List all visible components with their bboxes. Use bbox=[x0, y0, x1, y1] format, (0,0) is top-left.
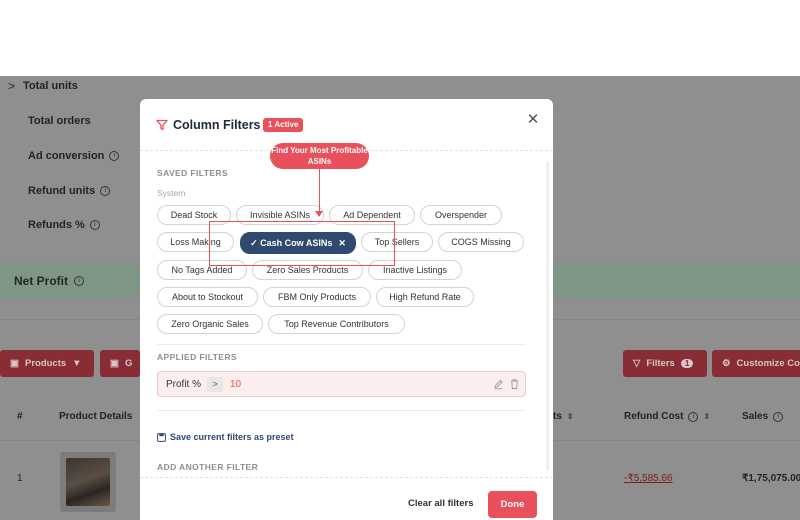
callout-pointer-line bbox=[319, 169, 320, 213]
close-icon[interactable]: ✕ bbox=[526, 112, 540, 127]
filters-label: Filters bbox=[646, 358, 675, 369]
info-icon[interactable]: i bbox=[773, 411, 784, 422]
metric-label-wrap: Refunds % i bbox=[28, 219, 100, 231]
highlight-box bbox=[209, 221, 395, 266]
system-subheading: System bbox=[157, 188, 186, 198]
pencil-icon[interactable] bbox=[493, 378, 504, 390]
table-header-refund-cost[interactable]: Refund Cost i ⇕ bbox=[624, 411, 710, 422]
customize-label: Customize Co bbox=[736, 358, 800, 369]
metric-label: Ad conversion bbox=[28, 149, 105, 162]
customize-columns-button[interactable]: ⚙ Customize Co bbox=[712, 350, 800, 377]
info-icon[interactable]: i bbox=[100, 185, 111, 196]
add-filter-heading: ADD ANOTHER FILTER bbox=[157, 462, 259, 472]
modal-footer: Clear all filters Done bbox=[140, 477, 553, 520]
group-label: G bbox=[124, 358, 133, 369]
metric-label: Total units bbox=[23, 79, 78, 92]
bag-icon: ▣ bbox=[110, 358, 119, 369]
applied-filter-row[interactable]: Profit % > 10 bbox=[157, 371, 526, 397]
filters-button[interactable]: ▽ Filters 1 bbox=[623, 350, 707, 377]
scrollbar[interactable] bbox=[546, 161, 549, 471]
products-dropdown-button[interactable]: ▣ Products ▼ bbox=[0, 350, 94, 377]
header-label: Sales bbox=[742, 411, 769, 422]
applied-filter-field: Profit % bbox=[166, 378, 202, 390]
caret-down-icon: ▼ bbox=[72, 358, 82, 369]
filters-count-badge: 1 bbox=[680, 359, 694, 368]
info-icon[interactable]: i bbox=[109, 150, 120, 161]
trash-icon[interactable] bbox=[509, 378, 520, 390]
group-button[interactable]: ▣ G bbox=[100, 350, 140, 377]
sort-icon[interactable]: ⇕ bbox=[567, 412, 574, 421]
clear-all-filters-button[interactable]: Clear all filters bbox=[408, 498, 473, 509]
row-index: 1 bbox=[17, 473, 23, 484]
metric-label: Total orders bbox=[28, 114, 91, 127]
metric-label-wrap: Ad conversion i bbox=[28, 149, 120, 162]
header-label: ts bbox=[553, 411, 562, 422]
box-icon: ▣ bbox=[10, 358, 19, 369]
chip-overspender[interactable]: Overspender bbox=[420, 205, 502, 225]
applied-filter-value: 10 bbox=[230, 378, 242, 390]
divider bbox=[157, 410, 526, 411]
table-header-units[interactable]: ts ⇕ bbox=[553, 411, 574, 422]
info-icon[interactable]: i bbox=[688, 411, 699, 422]
save-preset-label: Save current filters as preset bbox=[170, 432, 294, 442]
product-image bbox=[66, 458, 110, 506]
header-label: Refund Cost bbox=[624, 411, 684, 422]
table-header-sales[interactable]: Sales i bbox=[742, 411, 784, 422]
info-icon[interactable]: i bbox=[74, 275, 84, 286]
active-count-badge: 1 Active bbox=[263, 118, 304, 132]
chip-fbm-only-products[interactable]: FBM Only Products bbox=[263, 287, 371, 307]
divider bbox=[157, 344, 526, 345]
chevron-right-icon[interactable]: > bbox=[8, 79, 15, 93]
sales-cell: ₹1,75,075.00 bbox=[742, 473, 800, 484]
table-header-index: # bbox=[17, 411, 23, 422]
column-filters-modal: Column Filters 1 Active ✕ SAVED FILTERS … bbox=[140, 99, 553, 520]
chip-about-to-stockout[interactable]: About to Stockout bbox=[157, 287, 258, 307]
refund-cost-cell[interactable]: -₹5,585.66 bbox=[624, 473, 673, 484]
info-icon[interactable]: i bbox=[89, 219, 100, 230]
product-thumbnail[interactable] bbox=[60, 452, 116, 512]
applied-filters-heading: APPLIED FILTERS bbox=[157, 352, 237, 362]
products-label: Products bbox=[24, 358, 67, 369]
filter-icon: ▽ bbox=[633, 358, 641, 369]
saved-filters-heading: SAVED FILTERS bbox=[157, 168, 229, 178]
modal-title: Column Filters bbox=[173, 118, 261, 132]
callout-bubble: Find Your Most Profitable ASINs bbox=[270, 143, 369, 169]
callout-arrow-icon bbox=[315, 211, 323, 217]
filter-icon bbox=[156, 119, 168, 131]
save-preset-link[interactable]: Save current filters as preset bbox=[157, 432, 294, 442]
save-icon bbox=[157, 432, 166, 442]
gear-icon: ⚙ bbox=[722, 358, 731, 369]
sort-icon[interactable]: ⇕ bbox=[703, 412, 710, 421]
metric-label-wrap: Refund units i bbox=[28, 184, 111, 197]
applied-filter-operator: > bbox=[207, 377, 223, 392]
table-header-product-details[interactable]: Product Details bbox=[59, 411, 132, 422]
chip-cogs-missing[interactable]: COGS Missing bbox=[438, 232, 524, 252]
chip-high-refund-rate[interactable]: High Refund Rate bbox=[376, 287, 474, 307]
metric-label: Refund units bbox=[28, 184, 96, 197]
metric-label: Refunds % bbox=[28, 218, 85, 231]
done-button[interactable]: Done bbox=[488, 491, 537, 518]
net-profit-label: Net Profit bbox=[14, 273, 68, 288]
chip-zero-organic-sales[interactable]: Zero Organic Sales bbox=[157, 314, 263, 334]
chip-top-revenue-contributors[interactable]: Top Revenue Contributors bbox=[268, 314, 405, 334]
